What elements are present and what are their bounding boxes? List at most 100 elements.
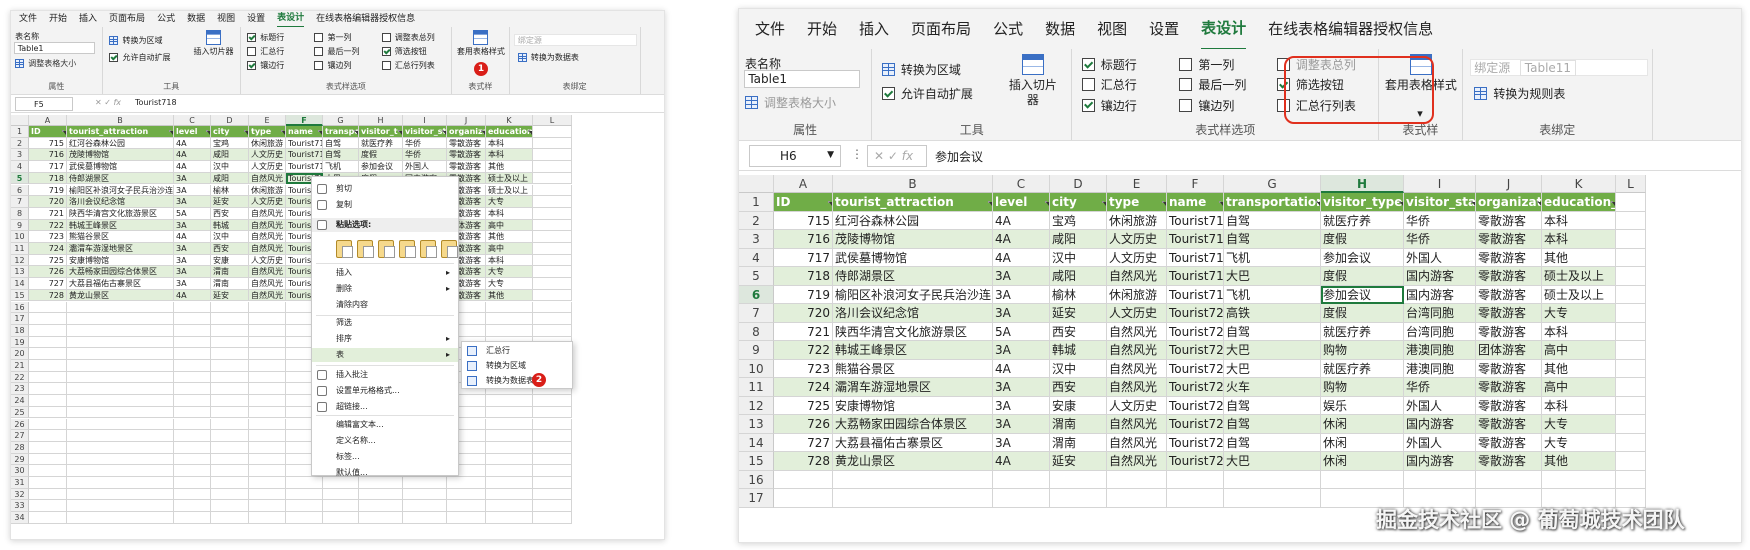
left-cell[interactable]: [211, 395, 249, 407]
right-cell[interactable]: 零散游客: [1476, 396, 1542, 415]
left-cell[interactable]: [486, 313, 533, 325]
left-cell[interactable]: [533, 149, 572, 162]
left-cell[interactable]: 4A: [174, 161, 211, 173]
left-cell[interactable]: [249, 441, 286, 454]
left-cell[interactable]: 黄龙山景区: [67, 289, 174, 302]
filter-dropdown-icon[interactable]: [206, 130, 210, 136]
left-cell[interactable]: [533, 313, 572, 325]
left-header-cell[interactable]: tourist_attraction: [67, 126, 174, 138]
right-column-header-A[interactable]: A: [774, 175, 833, 193]
left-binding-source-input[interactable]: 绑定源: [514, 33, 638, 46]
left-cell[interactable]: [29, 336, 67, 349]
right-cell[interactable]: 大专: [1542, 415, 1616, 434]
left-cell[interactable]: 休闲旅游: [249, 137, 286, 150]
right-table-name-input[interactable]: Table1: [743, 70, 861, 89]
left-cell[interactable]: [447, 500, 486, 513]
right-row-header[interactable]: 8: [739, 322, 774, 341]
context-menu-format-cells[interactable]: 设置单元格格式...: [312, 384, 458, 398]
left-cell[interactable]: [67, 465, 174, 477]
right-cell[interactable]: [1107, 470, 1167, 489]
left-cell[interactable]: [211, 500, 249, 513]
right-cell[interactable]: 724: [774, 378, 833, 397]
right-row-header[interactable]: 6: [739, 285, 774, 304]
right-cell[interactable]: 零散游客: [1476, 452, 1542, 471]
right-cell[interactable]: 咸阳: [1050, 230, 1107, 249]
left-cell[interactable]: [533, 477, 572, 489]
left-menu-item-3[interactable]: 页面布局: [109, 11, 145, 27]
left-cell[interactable]: [174, 348, 211, 360]
left-cell[interactable]: 715: [29, 137, 67, 150]
right-cell[interactable]: [1616, 193, 1646, 212]
right-cell[interactable]: [1616, 248, 1646, 267]
right-cell[interactable]: [1050, 470, 1107, 489]
right-cell[interactable]: 自驾: [1224, 322, 1321, 341]
left-menu-item-4[interactable]: 公式: [157, 11, 175, 27]
left-cell[interactable]: [67, 453, 174, 466]
right-cell[interactable]: 自驾: [1224, 433, 1321, 452]
context-menu-sort[interactable]: 排序 ▸: [312, 332, 458, 346]
right-cell[interactable]: 华侨: [1404, 211, 1476, 230]
context-menu-delete[interactable]: 删除 ▸: [312, 282, 458, 296]
filter-dropdown-icon[interactable]: [354, 130, 358, 136]
right-auto-expand-checkbox[interactable]: 允许自动扩展: [881, 85, 973, 102]
left-cell[interactable]: [174, 406, 211, 419]
right-cell[interactable]: 飞机: [1224, 248, 1321, 267]
right-cell[interactable]: 度假: [1321, 267, 1404, 286]
right-cell[interactable]: 硕士及以上: [1542, 285, 1616, 304]
right-option-banded-rows[interactable]: 镶边行: [1081, 97, 1137, 114]
right-cell[interactable]: [1616, 470, 1646, 489]
right-cell[interactable]: 港澳同胞: [1404, 359, 1476, 378]
left-cell[interactable]: 茂陵博物馆: [67, 149, 174, 162]
left-cell[interactable]: [174, 418, 211, 431]
right-cell[interactable]: 零散游客: [1476, 285, 1542, 304]
right-cell[interactable]: 3A: [993, 378, 1050, 397]
right-cell[interactable]: 4A: [993, 359, 1050, 378]
right-cell[interactable]: 本科: [1542, 211, 1616, 230]
left-cell[interactable]: 安康博物馆: [67, 254, 174, 267]
left-cell[interactable]: [533, 441, 572, 454]
left-row-header[interactable]: 5: [11, 172, 29, 185]
left-cell[interactable]: [486, 301, 533, 314]
right-cell[interactable]: 陕西华清宫文化旅游景区: [833, 322, 993, 341]
left-cell[interactable]: 西安: [211, 207, 249, 220]
left-cell[interactable]: [211, 360, 249, 372]
right-cell[interactable]: 719: [774, 285, 833, 304]
left-formula-value[interactable]: Tourist718: [135, 98, 177, 107]
left-cell[interactable]: [533, 231, 572, 243]
left-cell[interactable]: 延安: [211, 196, 249, 208]
right-cell[interactable]: 度假: [1321, 304, 1404, 323]
left-cell[interactable]: [533, 430, 572, 442]
left-cell[interactable]: 榆阳区补浪河女子民兵治沙连: [67, 184, 174, 197]
right-convert-button[interactable]: 转换为规则表: [1474, 85, 1565, 102]
right-row-header[interactable]: 4: [739, 248, 774, 267]
left-cell[interactable]: [249, 512, 286, 524]
left-cell[interactable]: [486, 488, 533, 501]
left-cell[interactable]: [533, 161, 572, 173]
left-row-header[interactable]: 29: [11, 453, 29, 466]
left-cell[interactable]: 零散游客: [447, 149, 486, 162]
left-cell[interactable]: [29, 324, 67, 337]
left-cell[interactable]: 人文历史: [249, 161, 286, 173]
left-cell[interactable]: [211, 383, 249, 396]
right-cell[interactable]: [1616, 267, 1646, 286]
right-cell[interactable]: 4A: [993, 452, 1050, 471]
right-option-last-col[interactable]: 最后一列: [1179, 76, 1246, 93]
right-cell[interactable]: Tourist728: [1167, 452, 1224, 471]
left-cell[interactable]: 韩城: [211, 219, 249, 232]
right-cell[interactable]: 休闲旅游: [1107, 285, 1167, 304]
right-cell[interactable]: Tourist722: [1167, 341, 1224, 360]
left-cell[interactable]: [249, 313, 286, 325]
right-cell[interactable]: 华侨: [1404, 230, 1476, 249]
filter-dropdown-icon[interactable]: [1219, 200, 1223, 206]
right-cell[interactable]: 高铁: [1224, 304, 1321, 323]
left-cell[interactable]: [533, 137, 572, 150]
right-cell[interactable]: [1616, 396, 1646, 415]
left-row-header[interactable]: 22: [11, 371, 29, 384]
right-cell[interactable]: 自然风光: [1107, 452, 1167, 471]
left-option-filter-btn[interactable]: 筛选按钮: [381, 46, 427, 57]
left-cell[interactable]: 安康: [211, 254, 249, 267]
left-cell[interactable]: 718: [29, 172, 67, 185]
right-cell[interactable]: 本科: [1542, 322, 1616, 341]
right-option-banded-cols[interactable]: 镶边列: [1179, 97, 1234, 114]
right-cell[interactable]: 自然风光: [1107, 378, 1167, 397]
